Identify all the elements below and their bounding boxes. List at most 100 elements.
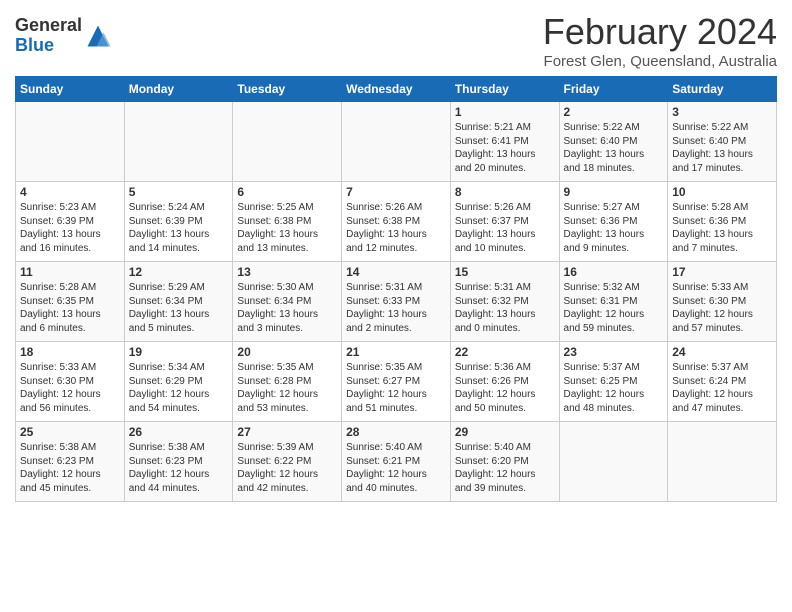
calendar-cell: 17Sunrise: 5:33 AM Sunset: 6:30 PM Dayli…: [668, 262, 777, 342]
logo-blue: Blue: [15, 35, 54, 55]
day-info: Sunrise: 5:21 AM Sunset: 6:41 PM Dayligh…: [455, 121, 555, 175]
header-sunday: Sunday: [16, 77, 125, 102]
day-number: 18: [20, 345, 120, 359]
day-info: Sunrise: 5:30 AM Sunset: 6:34 PM Dayligh…: [237, 281, 337, 335]
calendar-cell: 27 Sunrise: 5:39 AM Sunset: 6:22 PM Dayli…: [233, 422, 342, 502]
day-number: 29: [455, 425, 555, 439]
day-info: Sunrise: 5:39 AM Sunset: 6:22 PM Dayligh…: [237, 441, 337, 495]
day-info: Sunrise: 5:25 AM Sunset: 6:38 PM Dayligh…: [237, 201, 337, 255]
day-number: 7: [346, 185, 446, 199]
calendar-cell: 3 Sunrise: 5:22 AM Sunset: 6:40 PM Daylig…: [668, 102, 777, 182]
day-number: 26: [129, 425, 229, 439]
day-number: 3: [672, 105, 772, 119]
day-info: Sunrise: 5:22 AM Sunset: 6:40 PM Dayligh…: [564, 121, 664, 175]
header-friday: Friday: [559, 77, 668, 102]
header-saturday: Saturday: [668, 77, 777, 102]
calendar-cell: [124, 102, 233, 182]
day-info: Sunrise: 5:28 AM Sunset: 6:36 PM Dayligh…: [672, 201, 772, 255]
calendar-cell: 1 Sunrise: 5:21 AM Sunset: 6:41 PM Daylig…: [450, 102, 559, 182]
day-number: 5: [129, 185, 229, 199]
calendar-cell: 26 Sunrise: 5:38 AM Sunset: 6:23 PM Dayli…: [124, 422, 233, 502]
calendar-table: Sunday Monday Tuesday Wednesday Thursday…: [15, 76, 777, 502]
calendar-cell: 25 Sunrise: 5:38 AM Sunset: 6:23 PM Dayli…: [16, 422, 125, 502]
day-number: 4: [20, 185, 120, 199]
day-info: Sunrise: 5:38 AM Sunset: 6:23 PM Dayligh…: [20, 441, 120, 495]
calendar-week-3: 11Sunrise: 5:28 AM Sunset: 6:35 PM Dayli…: [16, 262, 777, 342]
calendar-cell: 2 Sunrise: 5:22 AM Sunset: 6:40 PM Daylig…: [559, 102, 668, 182]
day-number: 27: [237, 425, 337, 439]
calendar-cell: 11Sunrise: 5:28 AM Sunset: 6:35 PM Dayli…: [16, 262, 125, 342]
calendar-cell: 19Sunrise: 5:34 AM Sunset: 6:29 PM Dayli…: [124, 342, 233, 422]
day-info: Sunrise: 5:27 AM Sunset: 6:36 PM Dayligh…: [564, 201, 664, 255]
day-number: 11: [20, 265, 120, 279]
day-number: 10: [672, 185, 772, 199]
day-number: 12: [129, 265, 229, 279]
day-info: Sunrise: 5:37 AM Sunset: 6:25 PM Dayligh…: [564, 361, 664, 415]
day-number: 15: [455, 265, 555, 279]
day-number: 22: [455, 345, 555, 359]
day-number: 8: [455, 185, 555, 199]
day-number: 1: [455, 105, 555, 119]
day-number: 20: [237, 345, 337, 359]
day-info: Sunrise: 5:32 AM Sunset: 6:31 PM Dayligh…: [564, 281, 664, 335]
calendar-title: February 2024: [543, 10, 777, 53]
title-section: February 2024 Forest Glen, Queensland, A…: [543, 10, 777, 70]
day-info: Sunrise: 5:29 AM Sunset: 6:34 PM Dayligh…: [129, 281, 229, 335]
day-info: Sunrise: 5:23 AM Sunset: 6:39 PM Dayligh…: [20, 201, 120, 255]
calendar-cell: 21 Sunrise: 5:35 AM Sunset: 6:27 PM Dayli…: [342, 342, 451, 422]
calendar-week-5: 25 Sunrise: 5:38 AM Sunset: 6:23 PM Dayli…: [16, 422, 777, 502]
day-info: Sunrise: 5:26 AM Sunset: 6:38 PM Dayligh…: [346, 201, 446, 255]
day-info: Sunrise: 5:35 AM Sunset: 6:27 PM Dayligh…: [346, 361, 446, 415]
day-number: 23: [564, 345, 664, 359]
day-number: 25: [20, 425, 120, 439]
calendar-week-4: 18Sunrise: 5:33 AM Sunset: 6:30 PM Dayli…: [16, 342, 777, 422]
day-number: 16: [564, 265, 664, 279]
day-info: Sunrise: 5:34 AM Sunset: 6:29 PM Dayligh…: [129, 361, 229, 415]
calendar-cell: 18Sunrise: 5:33 AM Sunset: 6:30 PM Dayli…: [16, 342, 125, 422]
day-info: Sunrise: 5:31 AM Sunset: 6:32 PM Dayligh…: [455, 281, 555, 335]
day-number: 21: [346, 345, 446, 359]
calendar-cell: 15 Sunrise: 5:31 AM Sunset: 6:32 PM Dayli…: [450, 262, 559, 342]
logo-general: General: [15, 15, 82, 35]
header-thursday: Thursday: [450, 77, 559, 102]
calendar-cell: 22 Sunrise: 5:36 AM Sunset: 6:26 PM Dayli…: [450, 342, 559, 422]
day-info: Sunrise: 5:37 AM Sunset: 6:24 PM Dayligh…: [672, 361, 772, 415]
calendar-cell: 13 Sunrise: 5:30 AM Sunset: 6:34 PM Dayli…: [233, 262, 342, 342]
day-info: Sunrise: 5:24 AM Sunset: 6:39 PM Dayligh…: [129, 201, 229, 255]
day-number: 13: [237, 265, 337, 279]
calendar-cell: [668, 422, 777, 502]
calendar-cell: 20 Sunrise: 5:35 AM Sunset: 6:28 PM Dayli…: [233, 342, 342, 422]
calendar-cell: 14 Sunrise: 5:31 AM Sunset: 6:33 PM Dayli…: [342, 262, 451, 342]
calendar-cell: [16, 102, 125, 182]
calendar-cell: 6 Sunrise: 5:25 AM Sunset: 6:38 PM Daylig…: [233, 182, 342, 262]
day-number: 24: [672, 345, 772, 359]
header-monday: Monday: [124, 77, 233, 102]
calendar-cell: 24 Sunrise: 5:37 AM Sunset: 6:24 PM Dayli…: [668, 342, 777, 422]
calendar-cell: 5 Sunrise: 5:24 AM Sunset: 6:39 PM Daylig…: [124, 182, 233, 262]
day-info: Sunrise: 5:38 AM Sunset: 6:23 PM Dayligh…: [129, 441, 229, 495]
day-number: 14: [346, 265, 446, 279]
day-info: Sunrise: 5:22 AM Sunset: 6:40 PM Dayligh…: [672, 121, 772, 175]
calendar-cell: [342, 102, 451, 182]
calendar-cell: 28Sunrise: 5:40 AM Sunset: 6:21 PM Dayli…: [342, 422, 451, 502]
day-info: Sunrise: 5:40 AM Sunset: 6:20 PM Dayligh…: [455, 441, 555, 495]
calendar-cell: 12 Sunrise: 5:29 AM Sunset: 6:34 PM Dayli…: [124, 262, 233, 342]
calendar-cell: 7 Sunrise: 5:26 AM Sunset: 6:38 PM Daylig…: [342, 182, 451, 262]
day-info: Sunrise: 5:33 AM Sunset: 6:30 PM Dayligh…: [672, 281, 772, 335]
calendar-subtitle: Forest Glen, Queensland, Australia: [543, 53, 777, 70]
calendar-cell: [233, 102, 342, 182]
day-number: 2: [564, 105, 664, 119]
day-info: Sunrise: 5:31 AM Sunset: 6:33 PM Dayligh…: [346, 281, 446, 335]
calendar-cell: 23 Sunrise: 5:37 AM Sunset: 6:25 PM Dayli…: [559, 342, 668, 422]
day-number: 9: [564, 185, 664, 199]
day-number: 6: [237, 185, 337, 199]
header-tuesday: Tuesday: [233, 77, 342, 102]
calendar-week-1: 1 Sunrise: 5:21 AM Sunset: 6:41 PM Daylig…: [16, 102, 777, 182]
calendar-cell: [559, 422, 668, 502]
day-info: Sunrise: 5:26 AM Sunset: 6:37 PM Dayligh…: [455, 201, 555, 255]
calendar-cell: 16 Sunrise: 5:32 AM Sunset: 6:31 PM Dayli…: [559, 262, 668, 342]
calendar-cell: 9 Sunrise: 5:27 AM Sunset: 6:36 PM Daylig…: [559, 182, 668, 262]
day-info: Sunrise: 5:36 AM Sunset: 6:26 PM Dayligh…: [455, 361, 555, 415]
day-number: 28: [346, 425, 446, 439]
day-info: Sunrise: 5:35 AM Sunset: 6:28 PM Dayligh…: [237, 361, 337, 415]
